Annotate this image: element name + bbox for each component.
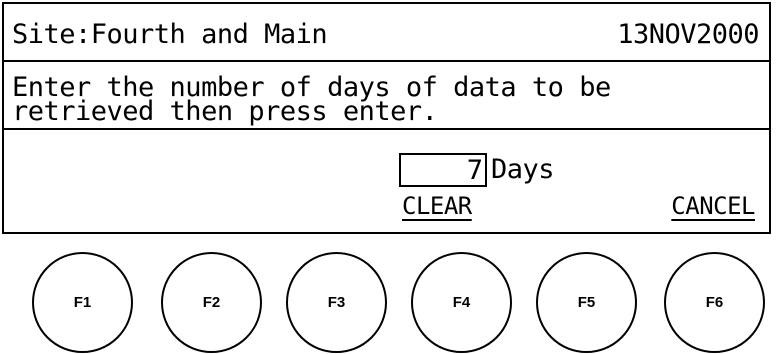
days-input[interactable] bbox=[399, 153, 487, 187]
date-label: 13NOV2000 bbox=[617, 19, 759, 50]
f3-button[interactable]: F3 bbox=[286, 252, 387, 353]
f4-button[interactable]: F4 bbox=[411, 252, 512, 353]
cancel-softkey-label[interactable]: CANCEL bbox=[671, 192, 755, 220]
prompt-divider bbox=[4, 128, 769, 130]
f1-button[interactable]: F1 bbox=[32, 252, 133, 353]
f2-button[interactable]: F2 bbox=[161, 252, 262, 353]
days-unit-label: Days bbox=[491, 154, 555, 185]
lcd-screen: Site:Fourth and Main 13NOV2000 Enter the… bbox=[2, 2, 771, 234]
f5-button[interactable]: F5 bbox=[536, 252, 637, 353]
f6-button[interactable]: F6 bbox=[664, 252, 765, 353]
prompt-text: Enter the number of days of data to be r… bbox=[12, 72, 611, 127]
header-divider bbox=[4, 60, 769, 62]
clear-softkey-label[interactable]: CLEAR bbox=[402, 192, 472, 220]
site-label: Site:Fourth and Main bbox=[12, 19, 328, 50]
